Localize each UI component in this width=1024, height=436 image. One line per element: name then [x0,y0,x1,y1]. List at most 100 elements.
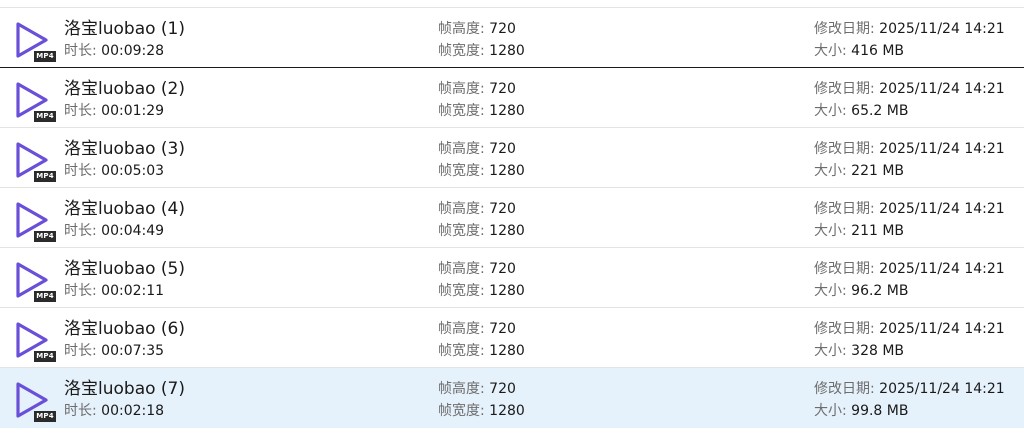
modified-date-value: 2025/11/24 14:21 [879,201,1005,217]
mp4-badge: MP4 [34,411,56,422]
file-name: 洛宝luobao (7) [64,379,185,399]
frame-width-value: 1280 [489,163,525,179]
duration-label: 时长: [64,43,97,59]
duration-field: 时长: 00:05:03 [64,160,164,180]
frame-width-field: 帧宽度: 1280 [438,220,525,240]
modified-date-label: 修改日期: [814,141,875,157]
frame-height-value: 720 [489,201,516,217]
frame-height-label: 帧高度: [438,201,485,217]
frame-height-field: 帧高度: 720 [438,18,516,38]
file-row[interactable]: MP4 洛宝luobao (6) 时长: 00:07:35 帧高度: 720 帧宽度: … [0,308,1024,368]
frame-width-label: 帧宽度: [438,103,485,119]
file-name: 洛宝luobao (4) [64,199,185,219]
file-row[interactable]: MP4 洛宝luobao (2) 时长: 00:01:29 帧高度: 720 帧宽度: … [0,68,1024,128]
video-file-icon: MP4 [14,201,56,242]
mp4-badge: MP4 [34,171,56,182]
file-list: MP4 洛宝luobao (1) 时长: 00:09:28 帧高度: 720 帧宽度: … [0,0,1024,436]
video-file-icon: MP4 [14,81,56,122]
modified-date-field: 修改日期: 2025/11/24 14:21 [814,258,1005,278]
mp4-badge: MP4 [34,291,56,302]
frame-height-value: 720 [489,321,516,337]
duration-value: 00:01:29 [101,103,165,119]
frame-height-field: 帧高度: 720 [438,378,516,398]
modified-date-field: 修改日期: 2025/11/24 14:21 [814,378,1005,398]
file-size-field: 大小: 416 MB [814,40,904,60]
file-name: 洛宝luobao (3) [64,139,185,159]
frame-width-label: 帧宽度: [438,223,485,239]
modified-date-label: 修改日期: [814,321,875,337]
mp4-badge: MP4 [34,51,56,62]
duration-value: 00:02:18 [101,403,165,419]
modified-date-value: 2025/11/24 14:21 [879,21,1005,37]
frame-width-value: 1280 [489,403,525,419]
frame-width-label: 帧宽度: [438,343,485,359]
frame-height-field: 帧高度: 720 [438,78,516,98]
frame-width-value: 1280 [489,103,525,119]
frame-height-field: 帧高度: 720 [438,138,516,158]
file-size-label: 大小: [814,223,847,239]
duration-field: 时长: 00:07:35 [64,340,164,360]
duration-field: 时长: 00:09:28 [64,40,164,60]
modified-date-label: 修改日期: [814,201,875,217]
modified-date-field: 修改日期: 2025/11/24 14:21 [814,18,1005,38]
frame-width-field: 帧宽度: 1280 [438,100,525,120]
file-size-field: 大小: 211 MB [814,220,904,240]
duration-label: 时长: [64,403,97,419]
frame-width-field: 帧宽度: 1280 [438,280,525,300]
file-size-value: 221 MB [851,163,905,179]
frame-height-value: 720 [489,141,516,157]
frame-width-label: 帧宽度: [438,43,485,59]
file-row[interactable]: MP4 洛宝luobao (5) 时长: 00:02:11 帧高度: 720 帧宽度: … [0,248,1024,308]
file-size-value: 328 MB [851,343,905,359]
duration-field: 时长: 00:02:11 [64,280,164,300]
duration-value: 00:05:03 [101,163,165,179]
modified-date-value: 2025/11/24 14:21 [879,261,1005,277]
file-size-field: 大小: 65.2 MB [814,100,908,120]
file-row[interactable]: MP4 洛宝luobao (7) 时长: 00:02:18 帧高度: 720 帧宽度: … [0,368,1024,428]
frame-height-value: 720 [489,261,516,277]
video-file-icon: MP4 [14,141,56,182]
frame-width-label: 帧宽度: [438,403,485,419]
duration-label: 时长: [64,223,97,239]
list-top-edge [0,0,1024,8]
frame-height-label: 帧高度: [438,321,485,337]
frame-height-label: 帧高度: [438,21,485,37]
frame-height-label: 帧高度: [438,381,485,397]
file-size-value: 65.2 MB [851,103,909,119]
video-file-icon: MP4 [14,321,56,362]
file-size-label: 大小: [814,403,847,419]
modified-date-label: 修改日期: [814,81,875,97]
file-row[interactable]: MP4 洛宝luobao (3) 时长: 00:05:03 帧高度: 720 帧宽度: … [0,128,1024,188]
file-size-label: 大小: [814,343,847,359]
duration-label: 时长: [64,103,97,119]
file-size-field: 大小: 328 MB [814,340,904,360]
frame-height-value: 720 [489,81,516,97]
frame-width-field: 帧宽度: 1280 [438,340,525,360]
mp4-badge: MP4 [34,111,56,122]
modified-date-field: 修改日期: 2025/11/24 14:21 [814,198,1005,218]
file-size-label: 大小: [814,283,847,299]
file-size-label: 大小: [814,43,847,59]
frame-width-field: 帧宽度: 1280 [438,160,525,180]
frame-width-value: 1280 [489,43,525,59]
file-size-label: 大小: [814,103,847,119]
modified-date-value: 2025/11/24 14:21 [879,81,1005,97]
modified-date-field: 修改日期: 2025/11/24 14:21 [814,318,1005,338]
frame-width-label: 帧宽度: [438,163,485,179]
video-file-icon: MP4 [14,261,56,302]
frame-width-value: 1280 [489,283,525,299]
file-row[interactable]: MP4 洛宝luobao (4) 时长: 00:04:49 帧高度: 720 帧宽度: … [0,188,1024,248]
frame-width-value: 1280 [489,343,525,359]
duration-field: 时长: 00:01:29 [64,100,164,120]
duration-label: 时长: [64,163,97,179]
file-row[interactable]: MP4 洛宝luobao (1) 时长: 00:09:28 帧高度: 720 帧宽度: … [0,8,1024,68]
frame-height-value: 720 [489,381,516,397]
duration-value: 00:04:49 [101,223,165,239]
video-file-icon: MP4 [14,21,56,62]
file-name: 洛宝luobao (2) [64,79,185,99]
file-name: 洛宝luobao (5) [64,259,185,279]
video-file-icon: MP4 [14,381,56,422]
mp4-badge: MP4 [34,231,56,242]
frame-height-label: 帧高度: [438,261,485,277]
file-size-value: 99.8 MB [851,403,909,419]
